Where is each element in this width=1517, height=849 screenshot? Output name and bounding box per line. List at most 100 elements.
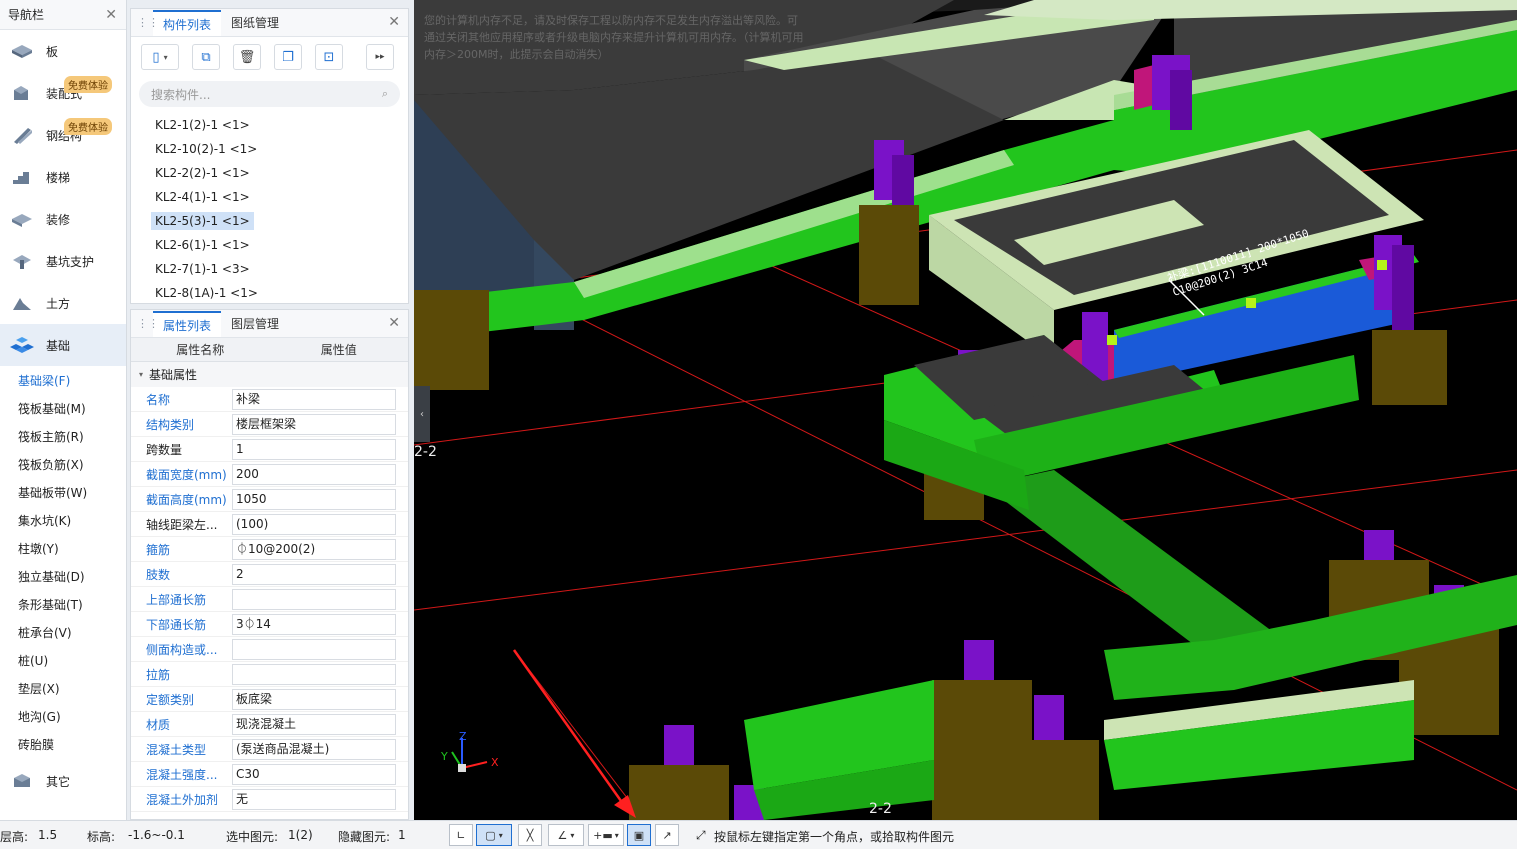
nav-subitem[interactable]: 筏板主筋(R) bbox=[0, 422, 126, 450]
property-row: 肢数 2 bbox=[131, 562, 408, 587]
orthogonal-button[interactable]: ∟ bbox=[449, 824, 473, 846]
property-value-field[interactable]: ⏀10@200(2) bbox=[232, 538, 396, 560]
delete-component-button[interactable]: 🗑 bbox=[233, 44, 261, 70]
snap-button[interactable]: +▬ ▾ bbox=[588, 824, 624, 846]
angle-button[interactable]: ∠ ▾ bbox=[548, 824, 584, 846]
nav-subitem[interactable]: 柱墩(Y) bbox=[0, 534, 126, 562]
nav-category-steel-structure[interactable]: 钢结构 免费体验 bbox=[0, 114, 126, 156]
nav-category-label: 基坑支护 bbox=[46, 254, 95, 269]
property-value-field[interactable]: 200 bbox=[232, 463, 396, 485]
property-value-field[interactable] bbox=[232, 638, 396, 660]
property-value-field[interactable]: 现浇混凝土 bbox=[232, 713, 396, 735]
search-placeholder: 搜索构件... bbox=[151, 87, 211, 102]
component-list-item[interactable]: KL2-1(2)-1 <1> bbox=[131, 113, 408, 137]
3d-viewport[interactable]: 补梁:[1110011] 200*1050 C10@200(2) 3C14 2-… bbox=[414, 0, 1517, 820]
property-value-field[interactable]: 板底梁 bbox=[232, 688, 396, 710]
nav-subitem[interactable]: 地沟(G) bbox=[0, 702, 126, 730]
component-list-item[interactable]: KL2-8(1A)-1 <1> bbox=[131, 281, 408, 305]
property-value-field[interactable]: 1 bbox=[232, 438, 396, 460]
duplicate-layer-button[interactable]: ❐ bbox=[274, 44, 302, 70]
tab-drawing-management[interactable]: 图纸管理 bbox=[221, 10, 289, 36]
memory-warning: 您的计算机内存不足，请及时保存工程以防内存不足发生内存溢出等风险。可通过关闭其他… bbox=[424, 14, 804, 61]
close-icon[interactable]: ✕ bbox=[105, 7, 117, 23]
nav-category-label: 基础 bbox=[46, 338, 71, 353]
nav-category-earthwork[interactable]: 土方 bbox=[0, 282, 126, 324]
resize-icon: ⤢ bbox=[696, 828, 706, 842]
filter-component-button[interactable]: ⊡ bbox=[315, 44, 343, 70]
search-input[interactable]: 搜索构件... ⌕ bbox=[139, 81, 400, 107]
tab-property-list[interactable]: 属性列表 bbox=[153, 311, 222, 337]
nav-subitem[interactable]: 桩(U) bbox=[0, 646, 126, 674]
search-icon: ⌕ bbox=[381, 87, 388, 100]
nav-subitem[interactable]: 垫层(X) bbox=[0, 674, 126, 702]
close-icon[interactable]: ✕ bbox=[388, 14, 400, 30]
property-tabs: ⋮⋮ 属性列表 图层管理 ✕ bbox=[131, 310, 408, 338]
close-icon[interactable]: ✕ bbox=[388, 315, 400, 331]
3d-model-scene[interactable]: 补梁:[1110011] 200*1050 C10@200(2) 3C14 2-… bbox=[414, 0, 1517, 820]
drag-handle-icon[interactable]: ⋮⋮ bbox=[137, 317, 159, 330]
component-list-item[interactable]: KL2-4(1)-1 <1> bbox=[131, 185, 408, 209]
property-name: 结构类别 bbox=[146, 417, 195, 432]
nav-category-pit-support[interactable]: 基坑支护 bbox=[0, 240, 126, 282]
component-list-item[interactable]: KL2-6(1)-1 <1> bbox=[131, 233, 408, 257]
property-value-field[interactable]: C30 bbox=[232, 763, 396, 785]
nav-category-slab[interactable]: 板 bbox=[0, 30, 126, 72]
dynamic-input-button[interactable]: ↗ bbox=[655, 824, 679, 846]
property-row: 下部通长筋 3⏀14 bbox=[131, 612, 408, 637]
nav-subitem[interactable]: 基础板带(W) bbox=[0, 478, 126, 506]
property-value-field[interactable]: (100) bbox=[232, 513, 396, 535]
tab-component-list[interactable]: 构件列表 bbox=[153, 10, 222, 36]
copy-component-button[interactable]: ⧉ bbox=[192, 44, 220, 70]
component-tabs: ⋮⋮ 构件列表 图纸管理 ✕ bbox=[131, 9, 408, 37]
nav-subitem[interactable]: 集水坑(K) bbox=[0, 506, 126, 534]
drag-handle-icon[interactable]: ⋮⋮ bbox=[137, 16, 159, 29]
component-list-item[interactable]: KL2-5(3)-1 <1> bbox=[131, 209, 408, 233]
property-value-field[interactable]: 3⏀14 bbox=[232, 613, 396, 635]
free-trial-badge: 免费体验 bbox=[64, 118, 112, 135]
property-row: 混凝土外加剂无 bbox=[131, 787, 408, 812]
nav-subitem[interactable]: 筏板负筋(X) bbox=[0, 450, 126, 478]
component-name: KL2-4(1)-1 <1> bbox=[155, 190, 250, 204]
property-table-header: 属性名称 属性值 bbox=[131, 338, 408, 362]
panel-collapse-button[interactable]: ‹ bbox=[414, 386, 430, 442]
property-row: 轴线距梁左... (100) bbox=[131, 512, 408, 537]
component-list-item[interactable]: KL2-10(2)-1 <1> bbox=[131, 137, 408, 161]
property-value-field[interactable] bbox=[232, 663, 396, 685]
axis-y-label: Y bbox=[440, 750, 448, 763]
property-value-field[interactable]: (泵送商品混凝土) bbox=[232, 738, 396, 760]
nav-header: 导航栏 ✕ bbox=[0, 0, 126, 30]
property-value-field[interactable]: 2 bbox=[232, 563, 396, 585]
nav-category-foundation[interactable]: 基础 bbox=[0, 324, 126, 366]
new-component-button[interactable]: ▯ ▾ bbox=[141, 44, 179, 70]
elevation-value: -1.6~-0.1 bbox=[128, 828, 185, 842]
highlight-component-button[interactable]: ▣ bbox=[627, 824, 651, 846]
nav-subitem[interactable]: 筏板基础(M) bbox=[0, 394, 126, 422]
property-value-field[interactable]: 1050 bbox=[232, 488, 396, 510]
nav-subitem[interactable]: 条形基础(T) bbox=[0, 590, 126, 618]
property-value-field[interactable]: 补梁 bbox=[232, 388, 396, 410]
property-row: 混凝土强度... C30 bbox=[131, 762, 408, 787]
tab-layer-management[interactable]: 图层管理 bbox=[221, 311, 289, 337]
property-value-field[interactable] bbox=[232, 588, 396, 610]
property-value-field[interactable]: 无 bbox=[232, 788, 396, 810]
cross-select-button[interactable]: ╳ bbox=[518, 824, 542, 846]
nav-subitem[interactable]: 基础梁(F) bbox=[0, 366, 126, 394]
component-list-item[interactable]: KL2-7(1)-1 <3> bbox=[131, 257, 408, 281]
nav-category-prefab[interactable]: 装配式 免费体验 bbox=[0, 72, 126, 114]
select-mode-button[interactable]: ▢ ▾ bbox=[476, 824, 512, 846]
nav-subitem[interactable]: 桩承台(V) bbox=[0, 618, 126, 646]
property-row: 材质 现浇混凝土 bbox=[131, 712, 408, 737]
nav-subitem[interactable]: 砖胎膜 bbox=[0, 730, 126, 758]
property-group-label: 基础属性 bbox=[149, 368, 198, 382]
curve-icon: ↗ bbox=[662, 828, 672, 842]
foundation-icon bbox=[8, 334, 36, 356]
nav-category-other[interactable]: 其它 bbox=[0, 760, 126, 802]
component-list-item[interactable]: KL2-2(2)-1 <1> bbox=[131, 161, 408, 185]
nav-category-stair[interactable]: 楼梯 bbox=[0, 156, 126, 198]
property-group[interactable]: ▾ 基础属性 bbox=[131, 362, 408, 387]
property-value-field[interactable]: 楼层框架梁 bbox=[232, 413, 396, 435]
nav-subitem[interactable]: 独立基础(D) bbox=[0, 562, 126, 590]
status-hint: 按鼠标左键指定第一个角点，或拾取构件图元 bbox=[714, 830, 955, 844]
more-button[interactable]: ▸▸ bbox=[366, 44, 394, 70]
nav-category-decoration[interactable]: 装修 bbox=[0, 198, 126, 240]
